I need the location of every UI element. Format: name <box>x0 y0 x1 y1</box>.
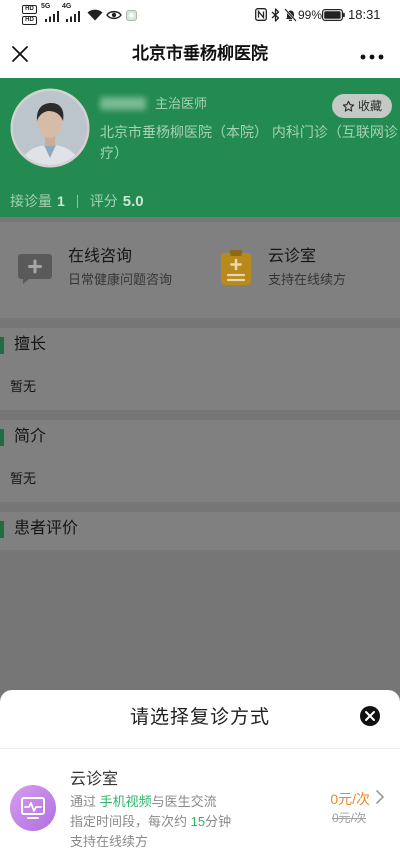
option-desc-line: 通过 手机视频与医生交流 <box>70 793 217 811</box>
video-consult-icon <box>10 785 56 831</box>
wifi-icon <box>87 9 103 21</box>
clock: 18:31 <box>348 7 381 22</box>
chevron-right-icon <box>376 790 384 804</box>
option-desc-line: 指定时间段，每次约 15分钟 <box>70 813 231 831</box>
nav-bar: 北京市垂杨柳医院 <box>0 30 400 78</box>
text: 通过 <box>70 794 100 809</box>
status-bar: HD HD 5G 4G 99% 18:31 <box>0 0 400 30</box>
highlight-text: 手机视频 <box>99 794 152 809</box>
option-name: 云诊室 <box>70 771 119 788</box>
sheet-title: 请选择复诊方式 <box>129 707 270 728</box>
sheet-close-button[interactable] <box>359 705 381 727</box>
battery-icon <box>322 9 345 21</box>
page-title: 北京市垂杨柳医院 <box>132 44 268 63</box>
bluetooth-icon <box>271 8 280 22</box>
close-icon <box>12 46 28 62</box>
option-price: 0元/次 <box>330 791 370 807</box>
signal-icon <box>66 11 80 22</box>
close-button[interactable] <box>10 44 30 64</box>
more-icon <box>360 54 384 60</box>
text: 与医生交流 <box>151 794 217 809</box>
mute-icon <box>284 8 297 22</box>
hd-badge: HD <box>22 16 37 25</box>
highlight-text: 15 <box>190 814 206 829</box>
text: 分钟 <box>205 814 232 829</box>
sim2-network-label: 4G <box>62 3 72 10</box>
text: 指定时间段，每次约 <box>70 814 191 829</box>
revisit-method-sheet: 请选择复诊方式 云诊室 通过 手机视频与医生交流 指定时间段，每次约 15分钟 … <box>0 690 400 866</box>
hd-badge: HD <box>22 5 37 14</box>
eye-icon <box>106 10 122 20</box>
option-cloud-clinic[interactable]: 云诊室 通过 手机视频与医生交流 指定时间段，每次约 15分钟 支持在线续方 0… <box>0 749 400 866</box>
option-desc-line: 支持在线续方 <box>70 834 149 849</box>
more-button[interactable] <box>358 49 386 60</box>
nfc-icon <box>255 8 267 21</box>
notification-icon <box>126 10 137 21</box>
sim1-network-label: 5G <box>41 3 51 10</box>
signal-icon <box>45 11 59 22</box>
option-original-price: 0元/次 <box>331 811 366 825</box>
battery-percent: 99% <box>298 8 323 22</box>
close-circle-icon <box>360 706 380 726</box>
